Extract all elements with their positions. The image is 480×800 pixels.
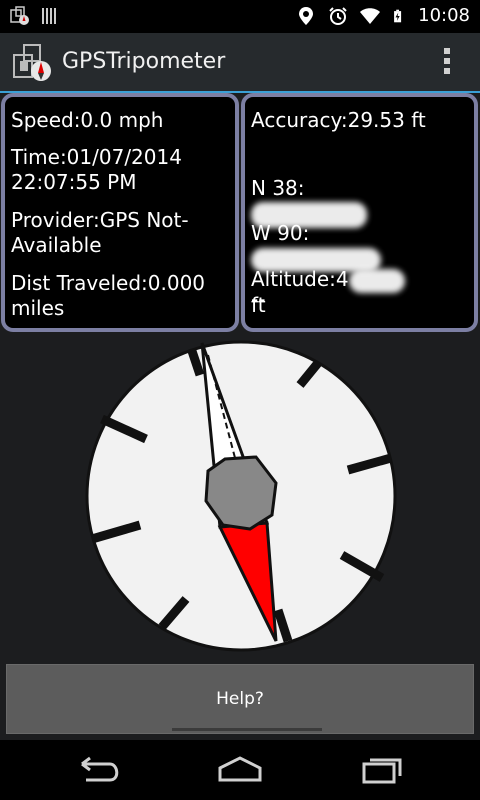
accuracy-text: Accuracy:29.53 ft	[251, 108, 426, 132]
gps-tripometer-app-icon	[13, 44, 51, 81]
back-icon[interactable]	[76, 754, 124, 786]
action-bar: GPSTripometer	[0, 33, 480, 93]
app-notification-icon	[10, 6, 29, 25]
location-info-panel: Accuracy:29.53 ft N 38: W 90: Altitude:4…	[241, 93, 478, 332]
altitude-row: Altitude:4 ft	[251, 242, 405, 318]
status-bar: 10:08	[0, 0, 480, 33]
compass-dial	[85, 340, 397, 652]
bearing-text: --	[251, 287, 266, 311]
help-button[interactable]: Help?	[6, 664, 474, 734]
status-clock: 10:08	[418, 5, 470, 26]
provider-text: Provider:GPS Not- Available	[11, 208, 189, 257]
distance-text: Dist Traveled:0.000 miles	[11, 271, 206, 320]
altitude-prefix: Altitude:4	[251, 267, 349, 291]
recent-apps-icon[interactable]	[358, 754, 406, 786]
app-title: GPSTripometer	[62, 49, 226, 74]
speed-text: Speed:0.0 mph	[11, 108, 164, 132]
barcode-icon	[42, 8, 56, 24]
compass-hub	[204, 455, 278, 531]
help-button-focus-line	[172, 728, 322, 731]
alarm-icon	[329, 7, 347, 25]
altitude-redacted	[348, 268, 405, 293]
location-icon	[299, 7, 314, 25]
time-text: Time:01/07/2014 22:07:55 PM	[11, 145, 182, 194]
help-button-label: Help?	[216, 689, 264, 709]
overflow-menu-icon[interactable]	[444, 48, 452, 76]
navigation-bar	[0, 740, 480, 800]
home-icon[interactable]	[216, 754, 264, 786]
wifi-icon	[360, 8, 381, 24]
trip-info-panel: Speed:0.0 mph Time:01/07/2014 22:07:55 P…	[1, 93, 239, 332]
battery-charging-icon	[394, 9, 402, 23]
